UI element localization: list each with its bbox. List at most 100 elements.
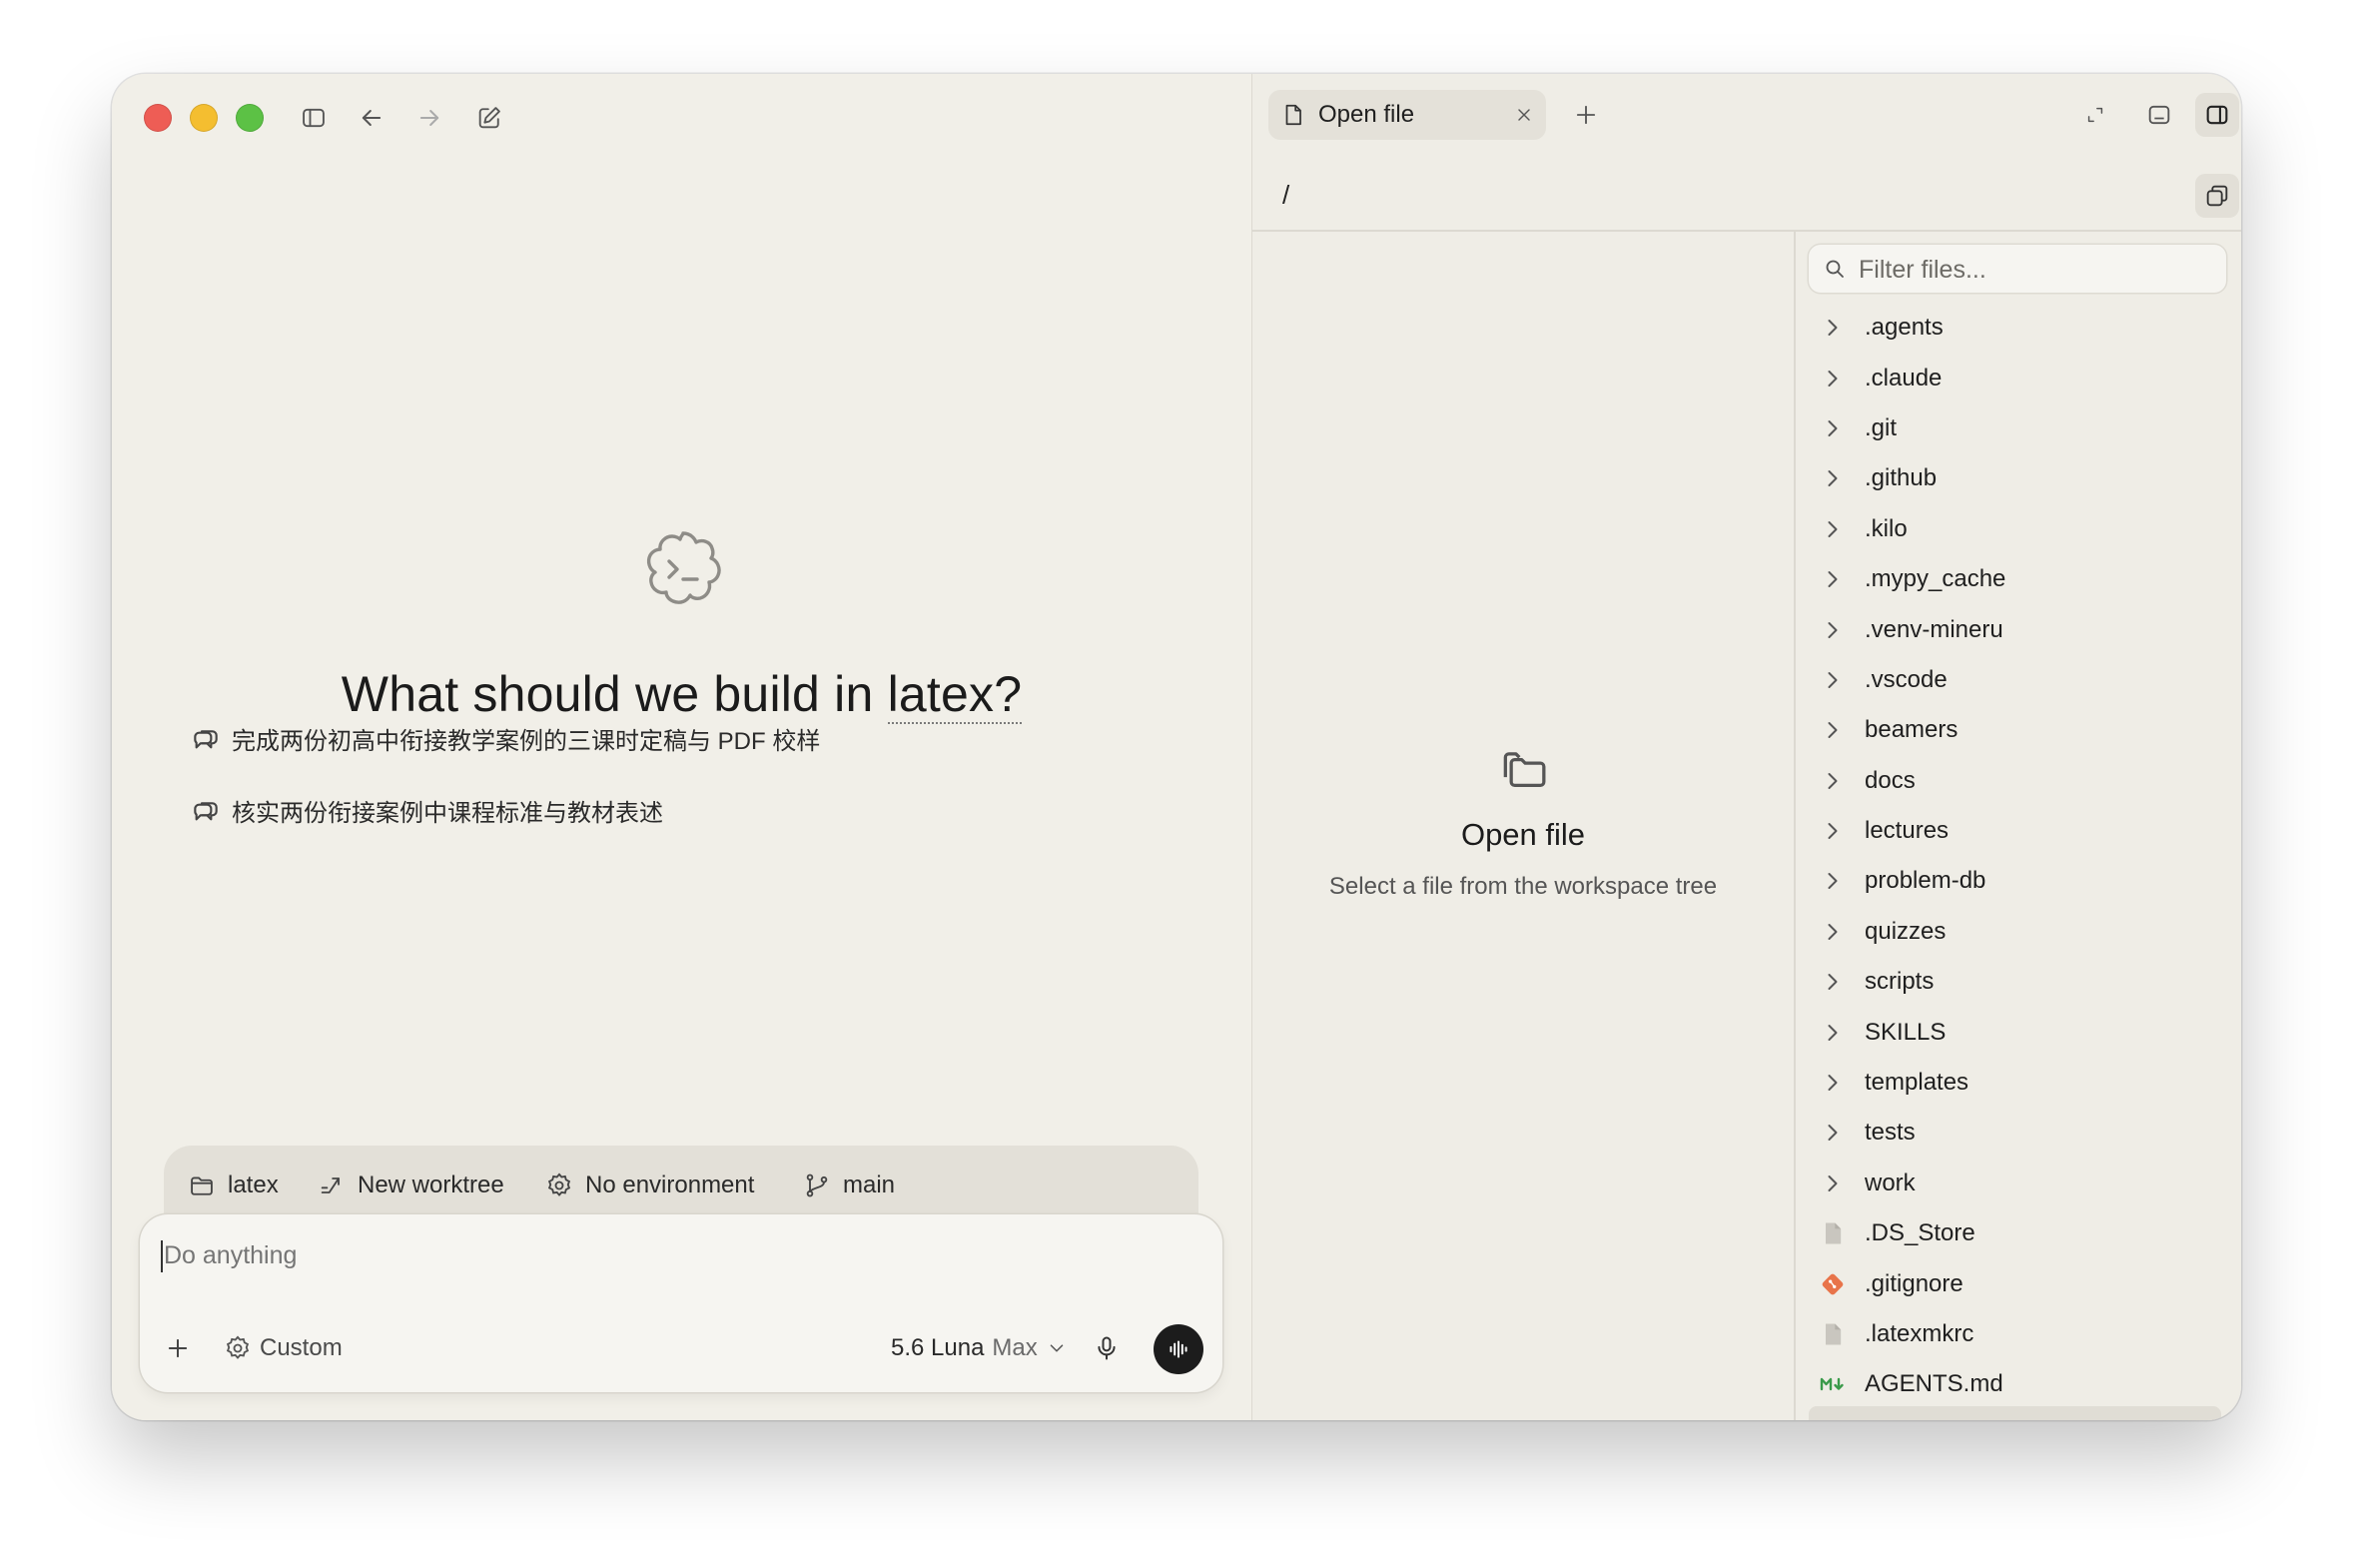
tree-folder-item[interactable]: .mypy_cache [1795,554,2241,604]
tree-folder-item[interactable]: problem-db [1795,856,2241,906]
tree-item-label: .agents [1865,314,1944,342]
close-icon[interactable] [1514,105,1534,125]
search-icon [1826,260,1844,278]
zoom-window-button[interactable] [236,104,264,132]
toggle-sidebar-button[interactable] [296,100,332,136]
tree-item-label: tests [1865,1119,1916,1147]
model-selector[interactable]: 5.6 Luna Max [891,1334,1068,1362]
arrow-right-icon [419,110,439,126]
tab-label: Open file [1318,101,1415,128]
worktree-icon [321,1177,340,1193]
audio-wave-icon [1170,1340,1187,1358]
toggle-bottom-panel-button[interactable] [2137,93,2181,137]
tree-folder-item[interactable]: scripts [1795,957,2241,1007]
scrollbar[interactable] [1809,1406,2221,1420]
tree-folder-item[interactable]: .agents [1795,303,2241,353]
tree-file-item[interactable]: AGENTS.md [1795,1359,2241,1409]
plus-icon [168,1338,188,1358]
chevron-right-icon [1828,923,1838,940]
tree-folder-item[interactable]: work [1795,1159,2241,1208]
chevron-right-icon [1828,772,1838,789]
prompt-input[interactable] [162,1240,1065,1271]
tree-item-label: .gitignore [1865,1269,1963,1297]
tree-item-icon [1819,365,1847,392]
suggestion-item[interactable]: 核实两份衔接案例中课程标准与教材表述 [190,790,663,830]
chevron-right-icon [1828,419,1838,436]
add-attachment-button[interactable] [164,1334,192,1362]
mode-label: Custom [260,1334,343,1361]
tree-file-item[interactable]: .DS_Store [1795,1208,2241,1258]
page-title: What should we build in latex? [112,665,1251,724]
expand-icon [2087,107,2103,123]
tree-folder-item[interactable]: templates [1795,1058,2241,1108]
tree-folder-item[interactable]: tests [1795,1108,2241,1158]
toggle-right-sidebar-button[interactable] [2195,93,2239,137]
tree-item-label: scripts [1865,968,1935,996]
tree-file-item[interactable]: .latexmkrc [1795,1309,2241,1359]
project-name-link[interactable]: latex? [887,666,1023,724]
environment-selector[interactable]: No environment [545,1168,754,1203]
tree-item-label: .venv-mineru [1865,615,2003,643]
tree-folder-item[interactable]: lectures [1795,806,2241,856]
filter-files-input[interactable] [1857,253,2220,287]
voice-input-button[interactable] [1093,1334,1121,1362]
tab-open-file[interactable]: Open file [1268,90,1546,140]
close-window-button[interactable] [144,104,172,132]
suggestion-item[interactable]: 完成两份初高中衔接教学案例的三课时定稿与 PDF 校样 [190,718,820,758]
app-window: What should we build in latex? 完成两份初高中衔接… [112,74,2241,1420]
tree-file-item[interactable]: .gitignore [1795,1258,2241,1308]
copy-path-button[interactable] [2195,174,2239,218]
tree-item-label: .claude [1865,364,1943,392]
tree-item-label: .latexmkrc [1865,1320,1974,1347]
tree-folder-item[interactable]: .github [1795,453,2241,503]
empty-state-title: Open file [1460,817,1586,852]
tree-folder-item[interactable]: quizzes [1795,907,2241,957]
tree-item-label: SKILLS [1865,1018,1947,1046]
tree-item-icon [1819,716,1847,744]
tree-item-icon [1819,767,1847,795]
tree-item-label: .mypy_cache [1865,565,2006,593]
chat-bubbles-icon [194,730,218,749]
minimize-window-button[interactable] [190,104,218,132]
send-button[interactable] [1154,1324,1203,1374]
chat-pane: What should we build in latex? 完成两份初高中衔接… [112,74,1251,1420]
tree-folder-item[interactable]: .venv-mineru [1795,604,2241,654]
git-branch-icon [806,1174,828,1197]
tree-folder-item[interactable]: .vscode [1795,655,2241,705]
tree-item-icon [1819,1219,1847,1247]
tree-folder-item[interactable]: beamers [1795,705,2241,755]
environment-label: No environment [585,1172,755,1198]
tree-folder-item[interactable]: docs [1795,756,2241,806]
back-button[interactable] [354,100,390,136]
chevron-right-icon [1828,823,1838,840]
tree-item-icon [1819,464,1847,492]
tree-folder-item[interactable]: .claude [1795,353,2241,402]
chevron-right-icon [1828,1175,1838,1191]
tree-folder-item[interactable]: SKILLS [1795,1007,2241,1057]
forward-button[interactable] [411,100,447,136]
tree-folder-item[interactable]: .git [1795,403,2241,453]
new-chat-button[interactable] [471,100,507,136]
expand-pane-button[interactable] [2073,93,2117,137]
new-tab-button[interactable] [1564,93,1608,137]
file-pane: Open file / Open file Select a file from… [1252,74,2241,1420]
mode-selector[interactable]: Custom [224,1334,343,1362]
tree-item-icon [1819,515,1847,543]
tree-folder-item[interactable]: .kilo [1795,504,2241,554]
markdown-icon [1820,1378,1844,1391]
tree-item-icon [1819,666,1847,694]
tree-item-icon [1819,414,1847,442]
gear-icon [226,1335,250,1359]
worktree-selector[interactable]: New worktree [318,1168,504,1203]
chevron-right-icon [1828,1024,1838,1041]
project-selector[interactable]: latex [188,1168,279,1203]
tree-item-icon [1819,817,1847,845]
folders-icon [1503,752,1546,787]
tree-item-icon [1819,314,1847,342]
composer: Custom 5.6 Luna Max [140,1214,1222,1392]
text-caret [161,1240,163,1272]
chevron-right-icon [1828,873,1838,890]
chevron-right-icon [1828,1075,1838,1092]
branch-selector[interactable]: main [803,1168,895,1203]
gear-icon [547,1173,571,1196]
